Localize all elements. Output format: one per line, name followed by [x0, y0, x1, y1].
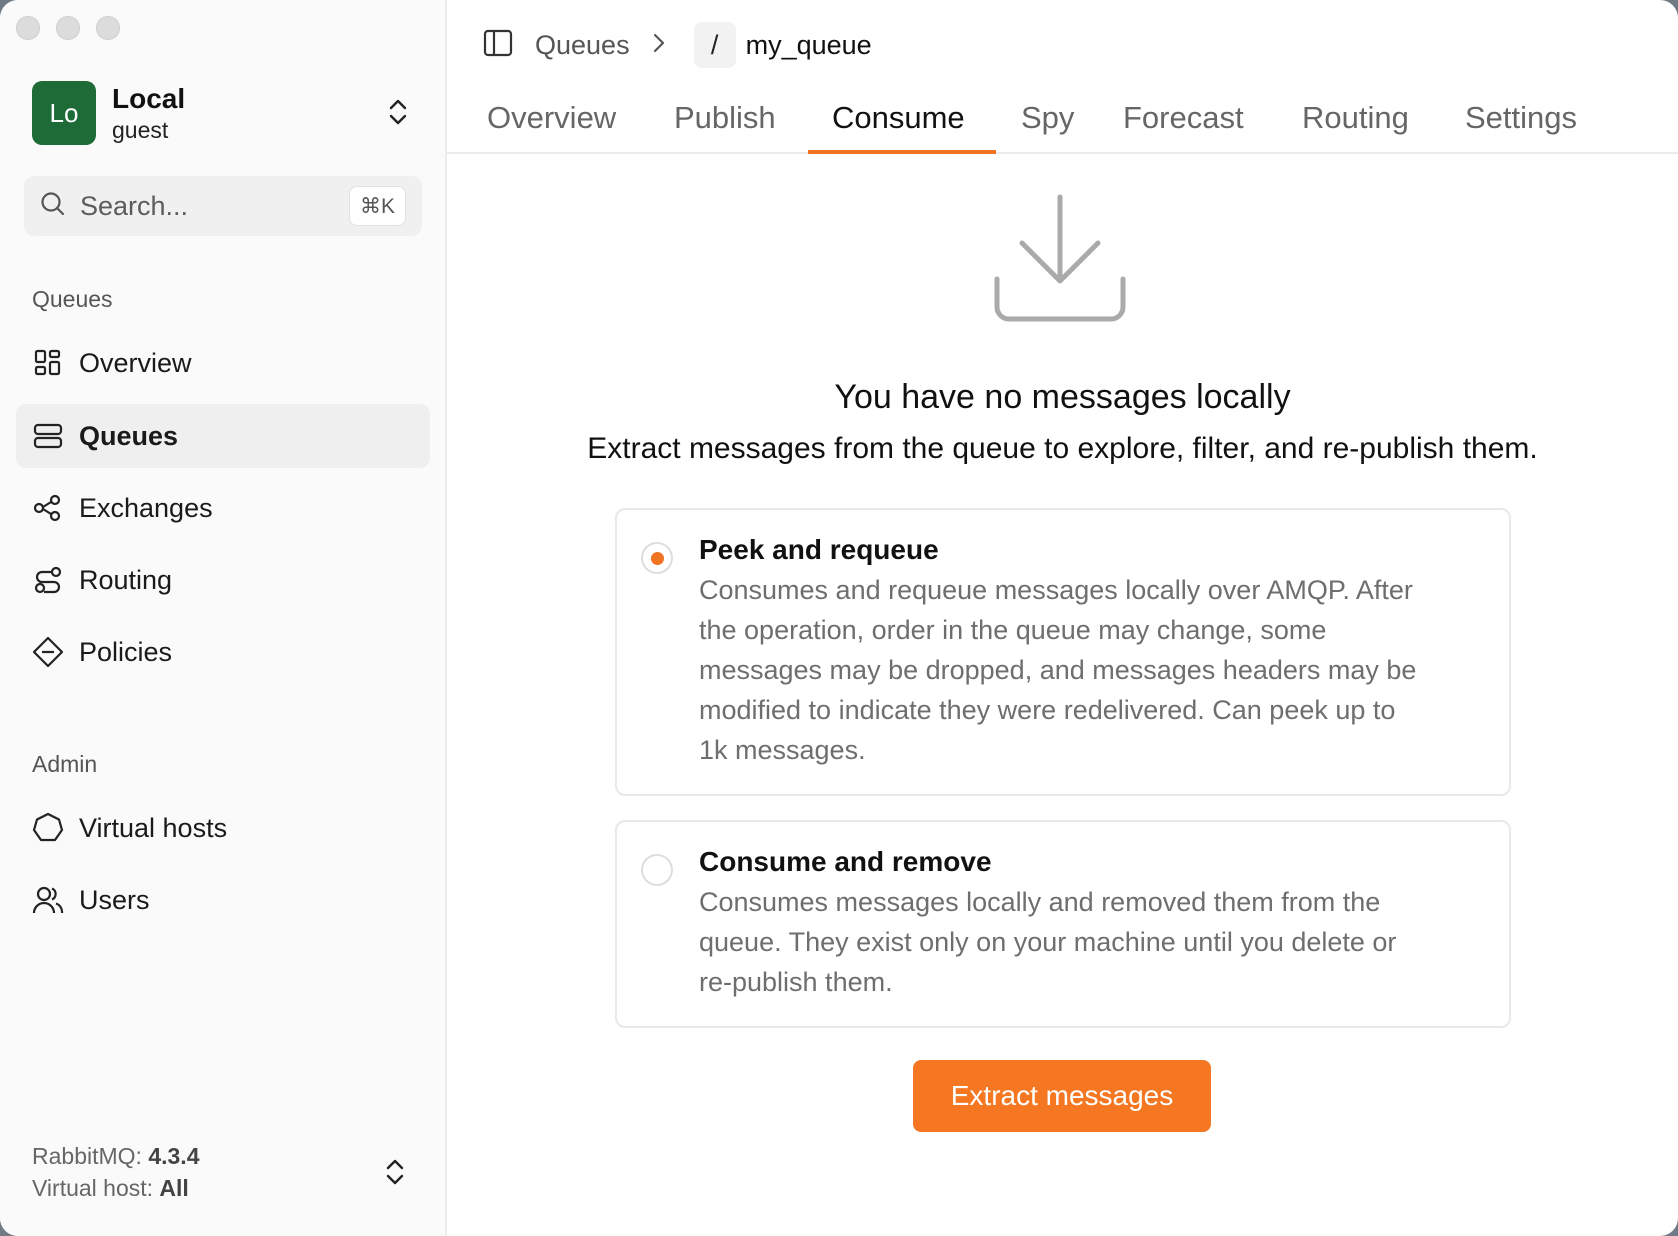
sidebar-item-label: Exchanges: [79, 492, 213, 523]
section-label-queues: Queues: [32, 286, 113, 312]
breadcrumb-current: my_queue: [745, 29, 872, 60]
radio-selected-dot: [650, 551, 664, 565]
search-box[interactable]: ⌘K: [24, 176, 422, 236]
option-description: Consumes messages locally and removed th…: [699, 887, 1397, 997]
empty-state-title: You have no messages locally: [834, 378, 1291, 416]
active-tab-indicator: [808, 150, 996, 154]
empty-state-subtitle: Extract messages from the queue to explo…: [587, 432, 1538, 465]
shortcut-badge: ⌘K: [348, 186, 406, 226]
search-icon: [40, 191, 66, 222]
rabbitmq-version: 4.3.4: [148, 1143, 200, 1169]
tab-overview[interactable]: Overview: [487, 100, 616, 152]
sidebar-item-label: Overview: [79, 347, 192, 378]
grid-icon: [32, 347, 64, 379]
tab-spy[interactable]: Spy: [1021, 100, 1074, 152]
option-description: Consumes and requeue messages locally ov…: [699, 575, 1417, 765]
sidebar-item-label: Virtual hosts: [79, 812, 228, 843]
option-title: Consume and remove: [699, 846, 992, 877]
app-window: Lo Local guest ⌘K Queues Overview: [0, 0, 1678, 1236]
chevron-right-icon: [652, 32, 666, 59]
vhost-badge: /: [693, 22, 736, 68]
main-content: Queues / my_queue Overview Publish Consu…: [447, 0, 1678, 1236]
option-consume-and-remove[interactable]: Consume and remove Consumes messages loc…: [615, 820, 1511, 1028]
vhost-value: All: [159, 1175, 189, 1201]
sidebar-item-label: Policies: [79, 636, 173, 667]
account-name: Local: [112, 83, 186, 114]
sidebar-item-label: Queues: [79, 420, 179, 451]
tab-forecast[interactable]: Forecast: [1123, 100, 1244, 152]
breadcrumb-queues-link[interactable]: Queues: [535, 30, 630, 61]
window-controls: [16, 16, 120, 40]
extract-messages-button[interactable]: Extract messages: [913, 1060, 1211, 1132]
sidebar-item-users[interactable]: Users: [16, 868, 430, 932]
option-peek-and-requeue[interactable]: Peek and requeue Consumes and requeue me…: [615, 508, 1511, 796]
stack-icon: [32, 420, 64, 452]
radio-consume-and-remove[interactable]: [641, 854, 673, 886]
sidebar-item-exchanges[interactable]: Exchanges: [16, 476, 430, 540]
radio-peek-and-requeue[interactable]: [641, 542, 673, 574]
vhost-label: Virtual host:: [32, 1175, 154, 1201]
tab-routing[interactable]: Routing: [1302, 100, 1409, 152]
chevron-up-down-icon[interactable]: [380, 94, 416, 130]
rabbitmq-label: RabbitMQ:: [32, 1143, 142, 1169]
avatar: Lo: [32, 81, 96, 145]
breadcrumb: Queues / my_queue: [483, 22, 872, 68]
account-switcher[interactable]: Lo Local guest: [32, 80, 416, 146]
sidebar-toggle-icon[interactable]: [483, 29, 513, 62]
share-nodes-icon: [32, 492, 64, 524]
account-user: guest: [112, 117, 169, 143]
route-icon: [32, 564, 64, 596]
chevron-up-down-icon[interactable]: [377, 1154, 413, 1190]
sidebar-item-virtual-hosts[interactable]: Virtual hosts: [16, 796, 430, 860]
sidebar-item-label: Routing: [79, 564, 173, 595]
sidebar: Lo Local guest ⌘K Queues Overview: [0, 0, 447, 1236]
tab-bar: Overview Publish Consume Spy Forecast Ro…: [447, 90, 1678, 154]
section-label-admin: Admin: [32, 751, 98, 777]
diamond-icon: [32, 636, 64, 668]
option-title: Peek and requeue: [699, 534, 939, 565]
close-window-button[interactable]: [16, 16, 40, 40]
download-tray-icon: [992, 193, 1128, 325]
tab-consume[interactable]: Consume: [832, 100, 965, 152]
sidebar-item-policies[interactable]: Policies: [16, 620, 430, 684]
hexagon-icon: [32, 812, 64, 844]
sidebar-item-label: Users: [79, 884, 150, 915]
search-input[interactable]: [80, 190, 340, 222]
server-info: RabbitMQ: 4.3.4 Virtual host: All: [32, 1140, 199, 1204]
users-icon: [32, 884, 64, 916]
sidebar-item-overview[interactable]: Overview: [16, 331, 430, 395]
sidebar-item-routing[interactable]: Routing: [16, 548, 430, 612]
tab-publish[interactable]: Publish: [674, 100, 776, 152]
zoom-window-button[interactable]: [96, 16, 120, 40]
sidebar-item-queues[interactable]: Queues: [16, 404, 430, 468]
minimize-window-button[interactable]: [56, 16, 80, 40]
tab-settings[interactable]: Settings: [1465, 100, 1577, 152]
